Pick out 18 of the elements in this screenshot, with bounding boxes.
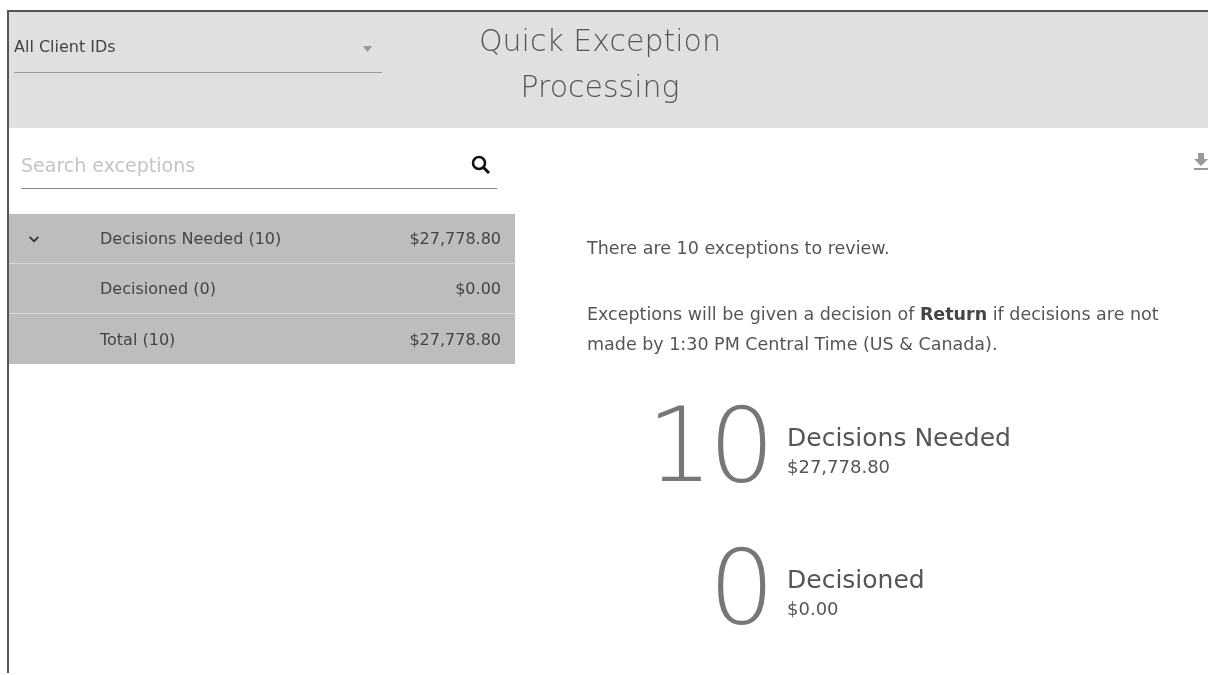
stat-amount: $27,778.80: [787, 455, 892, 479]
stat-count: 10: [645, 395, 772, 495]
summary-row[interactable]: Total (10) $27,778.80: [9, 314, 515, 364]
caret-icon: [363, 46, 372, 52]
summary-row[interactable]: Decisioned (0) $0.00: [9, 264, 515, 314]
search-field[interactable]: Search exceptions: [21, 142, 497, 189]
info-text: There are 10 exceptions to review.: [587, 237, 891, 260]
stat-count: 0: [707, 537, 772, 637]
info-text: Exceptions will be given a decision of Return if decisions are not made by 1:30 PM Central Time (US & Canada).: [587, 303, 1160, 356]
client-dropdown[interactable]: All Client IDs: [14, 36, 382, 73]
page-title: Quick Exception Processing: [478, 22, 722, 106]
chevron-icon[interactable]: [28, 234, 40, 243]
download-icon[interactable]: [1194, 153, 1208, 171]
stat-label: Decisions Needed: [787, 422, 1011, 454]
stat-label: Decisioned: [787, 564, 925, 596]
stat-amount: $0.00: [787, 597, 840, 621]
search-icon[interactable]: [471, 155, 491, 175]
summary-row[interactable]: Decisions Needed (10) $27,778.80: [9, 214, 515, 264]
